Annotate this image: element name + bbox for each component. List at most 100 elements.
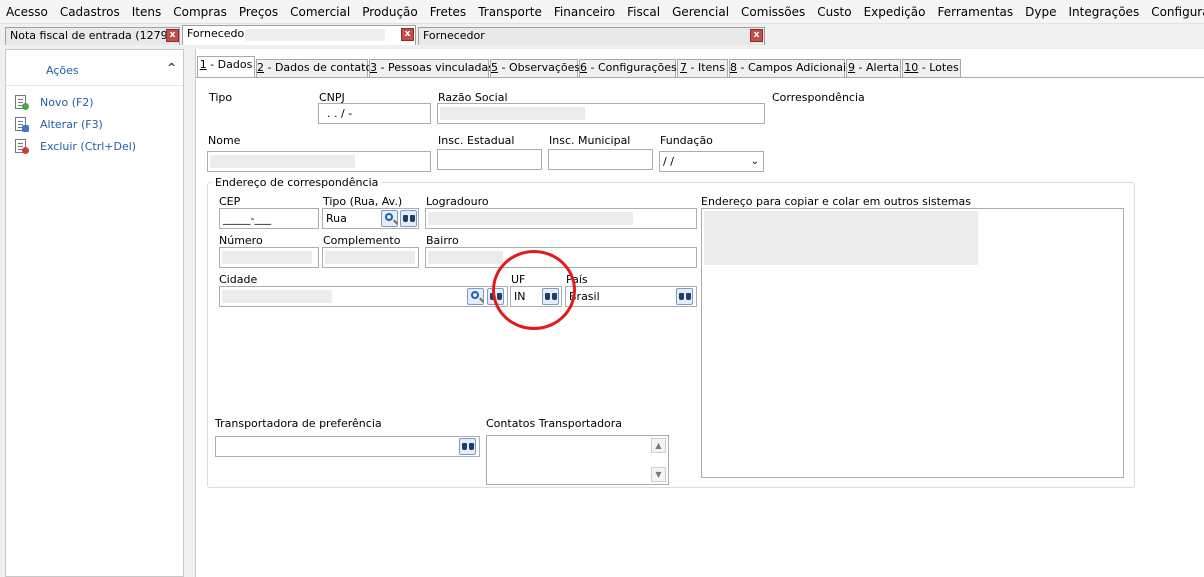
- razao-social-field[interactable]: [437, 103, 765, 124]
- contatos-transportadora-label: Contatos Transportadora: [486, 417, 623, 430]
- tab-label: - Campos Adicionais: [737, 61, 852, 74]
- cep-label: CEP: [219, 195, 241, 208]
- tipo-rua-field[interactable]: Rua: [322, 208, 419, 229]
- redacted-text: [245, 29, 385, 41]
- binoculars-icon[interactable]: [459, 438, 476, 455]
- complemento-label: Complemento: [323, 234, 401, 247]
- highlight-circle: [492, 250, 576, 330]
- window-tab-fornecedor[interactable]: Fornecedor x: [418, 27, 765, 45]
- menu-bar: Acesso Cadastros Itens Compras Preços Comerci…: [0, 0, 1204, 24]
- chevron-up-icon[interactable]: ^: [167, 61, 176, 74]
- action-novo[interactable]: Novo (F2): [14, 93, 94, 111]
- tab-dados[interactable]: 1 - Dados: [197, 56, 255, 78]
- actions-panel-title: Ações: [46, 64, 79, 77]
- menu-item-6[interactable]: Produção: [356, 0, 424, 23]
- insc-estadual-label: Insc. Estadual: [438, 134, 515, 147]
- tab-lotes[interactable]: 10 - Lotes: [902, 59, 961, 77]
- transportadora-label: Transportadora de preferência: [215, 417, 382, 430]
- window-tab-label: Fornecedor: [187, 27, 249, 40]
- tab-campos-adicionais[interactable]: 8 - Campos Adicionais: [729, 59, 852, 77]
- tab-pessoas-vinculadas[interactable]: 3 - Pessoas vinculadas: [369, 59, 494, 77]
- address-group-title: Endereço de correspondência: [212, 176, 382, 189]
- close-icon[interactable]: x: [750, 29, 763, 42]
- fundacao-value: / /: [663, 155, 674, 168]
- action-alterar[interactable]: Alterar (F3): [14, 115, 103, 133]
- tab-divider: [196, 77, 1204, 78]
- action-excluir[interactable]: Excluir (Ctrl+Del): [14, 137, 136, 155]
- tipo-rua-value: Rua: [326, 212, 347, 225]
- window-tab-fornecedor-active[interactable]: Fornecedor x: [182, 25, 416, 45]
- transportadora-field[interactable]: [215, 436, 480, 457]
- menu-item-2[interactable]: Itens: [126, 0, 167, 23]
- cidade-field[interactable]: [219, 286, 508, 307]
- window-tab-nota-fiscal[interactable]: Nota fiscal de entrada (12797) x: [5, 27, 180, 45]
- complemento-field[interactable]: [322, 247, 419, 268]
- actions-panel: Ações ^ Novo (F2) Alterar (F3) Excluir (…: [5, 49, 184, 577]
- menu-item-13[interactable]: Custo: [811, 0, 857, 23]
- menu-item-9[interactable]: Financeiro: [548, 0, 621, 23]
- menu-item-16[interactable]: Dype: [1019, 0, 1062, 23]
- tab-number: 5: [491, 61, 498, 74]
- actions-panel-header[interactable]: Ações ^: [6, 50, 183, 86]
- menu-item-4[interactable]: Preços: [233, 0, 284, 23]
- bairro-label: Bairro: [426, 234, 459, 247]
- search-icon[interactable]: [467, 288, 484, 305]
- fundacao-label: Fundação: [660, 134, 713, 147]
- insc-estadual-field[interactable]: [437, 149, 542, 170]
- pais-field[interactable]: Brasil: [565, 286, 697, 307]
- menu-item-0[interactable]: Acesso: [0, 0, 54, 23]
- binoculars-icon[interactable]: [400, 210, 417, 227]
- document-edit-icon: [14, 116, 29, 132]
- fundacao-date-field[interactable]: / / ⌄: [659, 151, 764, 172]
- tab-label: - Configurações: [587, 61, 677, 74]
- menu-item-3[interactable]: Compras: [167, 0, 233, 23]
- menu-item-15[interactable]: Ferramentas: [932, 0, 1020, 23]
- menu-item-11[interactable]: Gerencial: [666, 0, 735, 23]
- tab-alerta[interactable]: 9 - Alerta: [846, 59, 901, 77]
- tab-label: - Dados: [206, 58, 253, 71]
- scroll-down-icon[interactable]: ▼: [651, 467, 666, 482]
- numero-label: Número: [219, 234, 263, 247]
- binoculars-icon[interactable]: [676, 288, 693, 305]
- tab-number: 9: [848, 61, 856, 74]
- tab-number: 2: [257, 61, 264, 74]
- logradouro-field[interactable]: [425, 208, 697, 229]
- chevron-down-icon[interactable]: ⌄: [751, 152, 759, 171]
- tipo-rua-label: Tipo (Rua, Av.): [323, 195, 403, 208]
- close-icon[interactable]: x: [166, 29, 179, 42]
- tab-number: 1: [199, 58, 207, 71]
- endereco-copiar-textarea[interactable]: [701, 208, 1124, 478]
- nome-field[interactable]: [207, 151, 431, 172]
- search-icon[interactable]: [381, 210, 398, 227]
- close-icon[interactable]: x: [401, 28, 414, 41]
- insc-municipal-label: Insc. Municipal: [549, 134, 631, 147]
- menu-item-14[interactable]: Expedição: [858, 0, 932, 23]
- window-tab-strip: Nota fiscal de entrada (12797) x Fornece…: [0, 24, 1204, 45]
- cnpj-field[interactable]: . . / -: [318, 103, 431, 124]
- numero-field[interactable]: [219, 247, 319, 268]
- tipo-label: Tipo: [209, 91, 233, 104]
- tab-itens[interactable]: 7 - Itens: [677, 59, 728, 77]
- nome-label: Nome: [208, 134, 241, 147]
- menu-item-17[interactable]: Integrações: [1062, 0, 1145, 23]
- tab-dados-de-contato[interactable]: 2 - Dados de contato: [256, 59, 372, 77]
- tab-number: 8: [730, 61, 737, 74]
- tab-label: - Dados de contato: [264, 61, 373, 74]
- menu-item-7[interactable]: Fretes: [424, 0, 472, 23]
- tab-configuracoes[interactable]: 6 - Configurações: [579, 59, 677, 77]
- menu-item-1[interactable]: Cadastros: [54, 0, 126, 23]
- contatos-transportadora-list[interactable]: ▲ ▼: [486, 435, 669, 485]
- menu-item-12[interactable]: Comissões: [735, 0, 811, 23]
- tab-observacoes[interactable]: 5 - Observações: [490, 59, 580, 77]
- action-label: Excluir (Ctrl+Del): [40, 139, 137, 153]
- cep-field[interactable]: _____-___: [219, 208, 319, 229]
- scroll-up-icon[interactable]: ▲: [651, 438, 666, 453]
- logradouro-label: Logradouro: [426, 195, 489, 208]
- menu-item-10[interactable]: Fiscal: [621, 0, 666, 23]
- menu-item-8[interactable]: Transporte: [472, 0, 548, 23]
- window-tab-label: Fornecedor: [423, 29, 485, 42]
- menu-item-18[interactable]: Configurações: [1145, 0, 1204, 23]
- redacted-text: [704, 211, 978, 265]
- insc-municipal-field[interactable]: [548, 149, 653, 170]
- menu-item-5[interactable]: Comercial: [284, 0, 356, 23]
